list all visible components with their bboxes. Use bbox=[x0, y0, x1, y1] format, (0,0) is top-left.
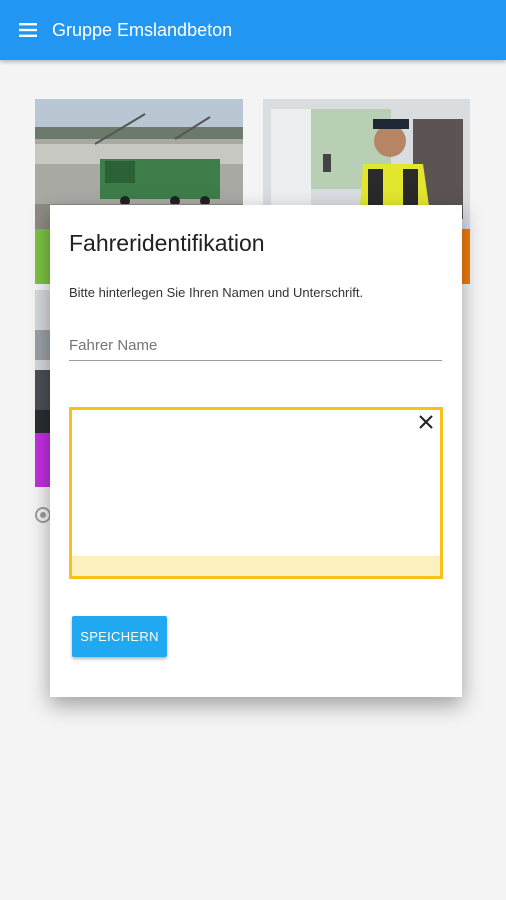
signature-baseline-area bbox=[72, 556, 440, 576]
save-button[interactable]: SPEICHERN bbox=[72, 616, 167, 657]
signature-pad[interactable] bbox=[69, 407, 443, 579]
close-icon[interactable] bbox=[416, 412, 436, 432]
app-bar: Gruppe Emslandbeton bbox=[0, 0, 506, 60]
driver-identification-dialog: Fahreridentifikation Bitte hinterlegen S… bbox=[50, 205, 462, 697]
driver-name-field bbox=[69, 330, 442, 361]
driver-name-input[interactable] bbox=[69, 330, 442, 360]
app-title: Gruppe Emslandbeton bbox=[52, 19, 233, 40]
dialog-title: Fahreridentifikation bbox=[69, 230, 265, 256]
menu-icon[interactable] bbox=[14, 16, 42, 44]
dialog-instructions: Bitte hinterlegen Sie Ihren Namen und Un… bbox=[69, 285, 364, 300]
